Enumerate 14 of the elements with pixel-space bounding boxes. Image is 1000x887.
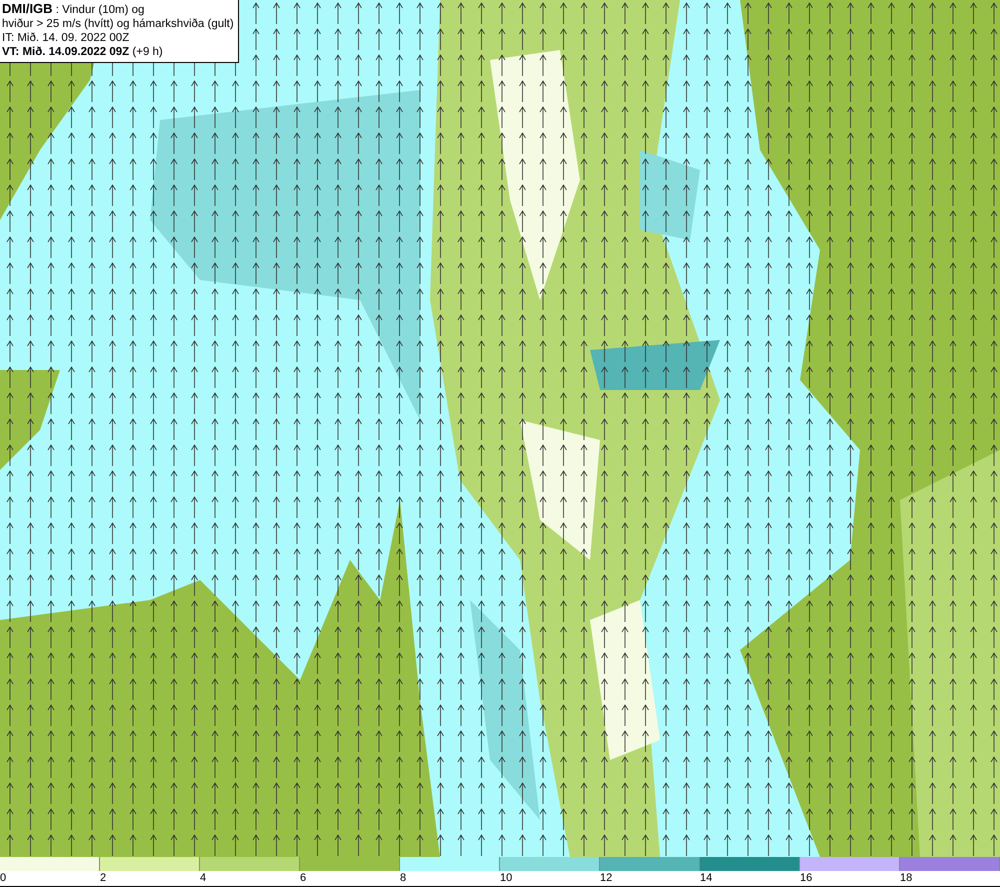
legend-label: 0 xyxy=(0,871,6,886)
legend-label: 8 xyxy=(400,871,406,886)
info-text: VT: Mið. 14.09.2022 09Z (+9 h) xyxy=(2,45,164,59)
legend-label: 6 xyxy=(300,871,306,886)
legend-label: 18 xyxy=(900,871,912,886)
legend-label: 16 xyxy=(800,871,812,886)
legend-label: 4 xyxy=(200,871,206,886)
info-text: IT: Mið. 14. 09. 2022 00Z xyxy=(2,31,130,45)
info-text: hviður > 25 m/s (hvítt) og hámarkshviða (gult) xyxy=(2,17,234,31)
legend-label: 10 xyxy=(500,871,512,886)
legend-label: 2 xyxy=(100,871,106,886)
legend-label: 14 xyxy=(700,871,712,886)
info-text: DMI/IGB : Vindur (10m) og xyxy=(2,2,146,17)
legend-label: 12 xyxy=(600,871,612,886)
